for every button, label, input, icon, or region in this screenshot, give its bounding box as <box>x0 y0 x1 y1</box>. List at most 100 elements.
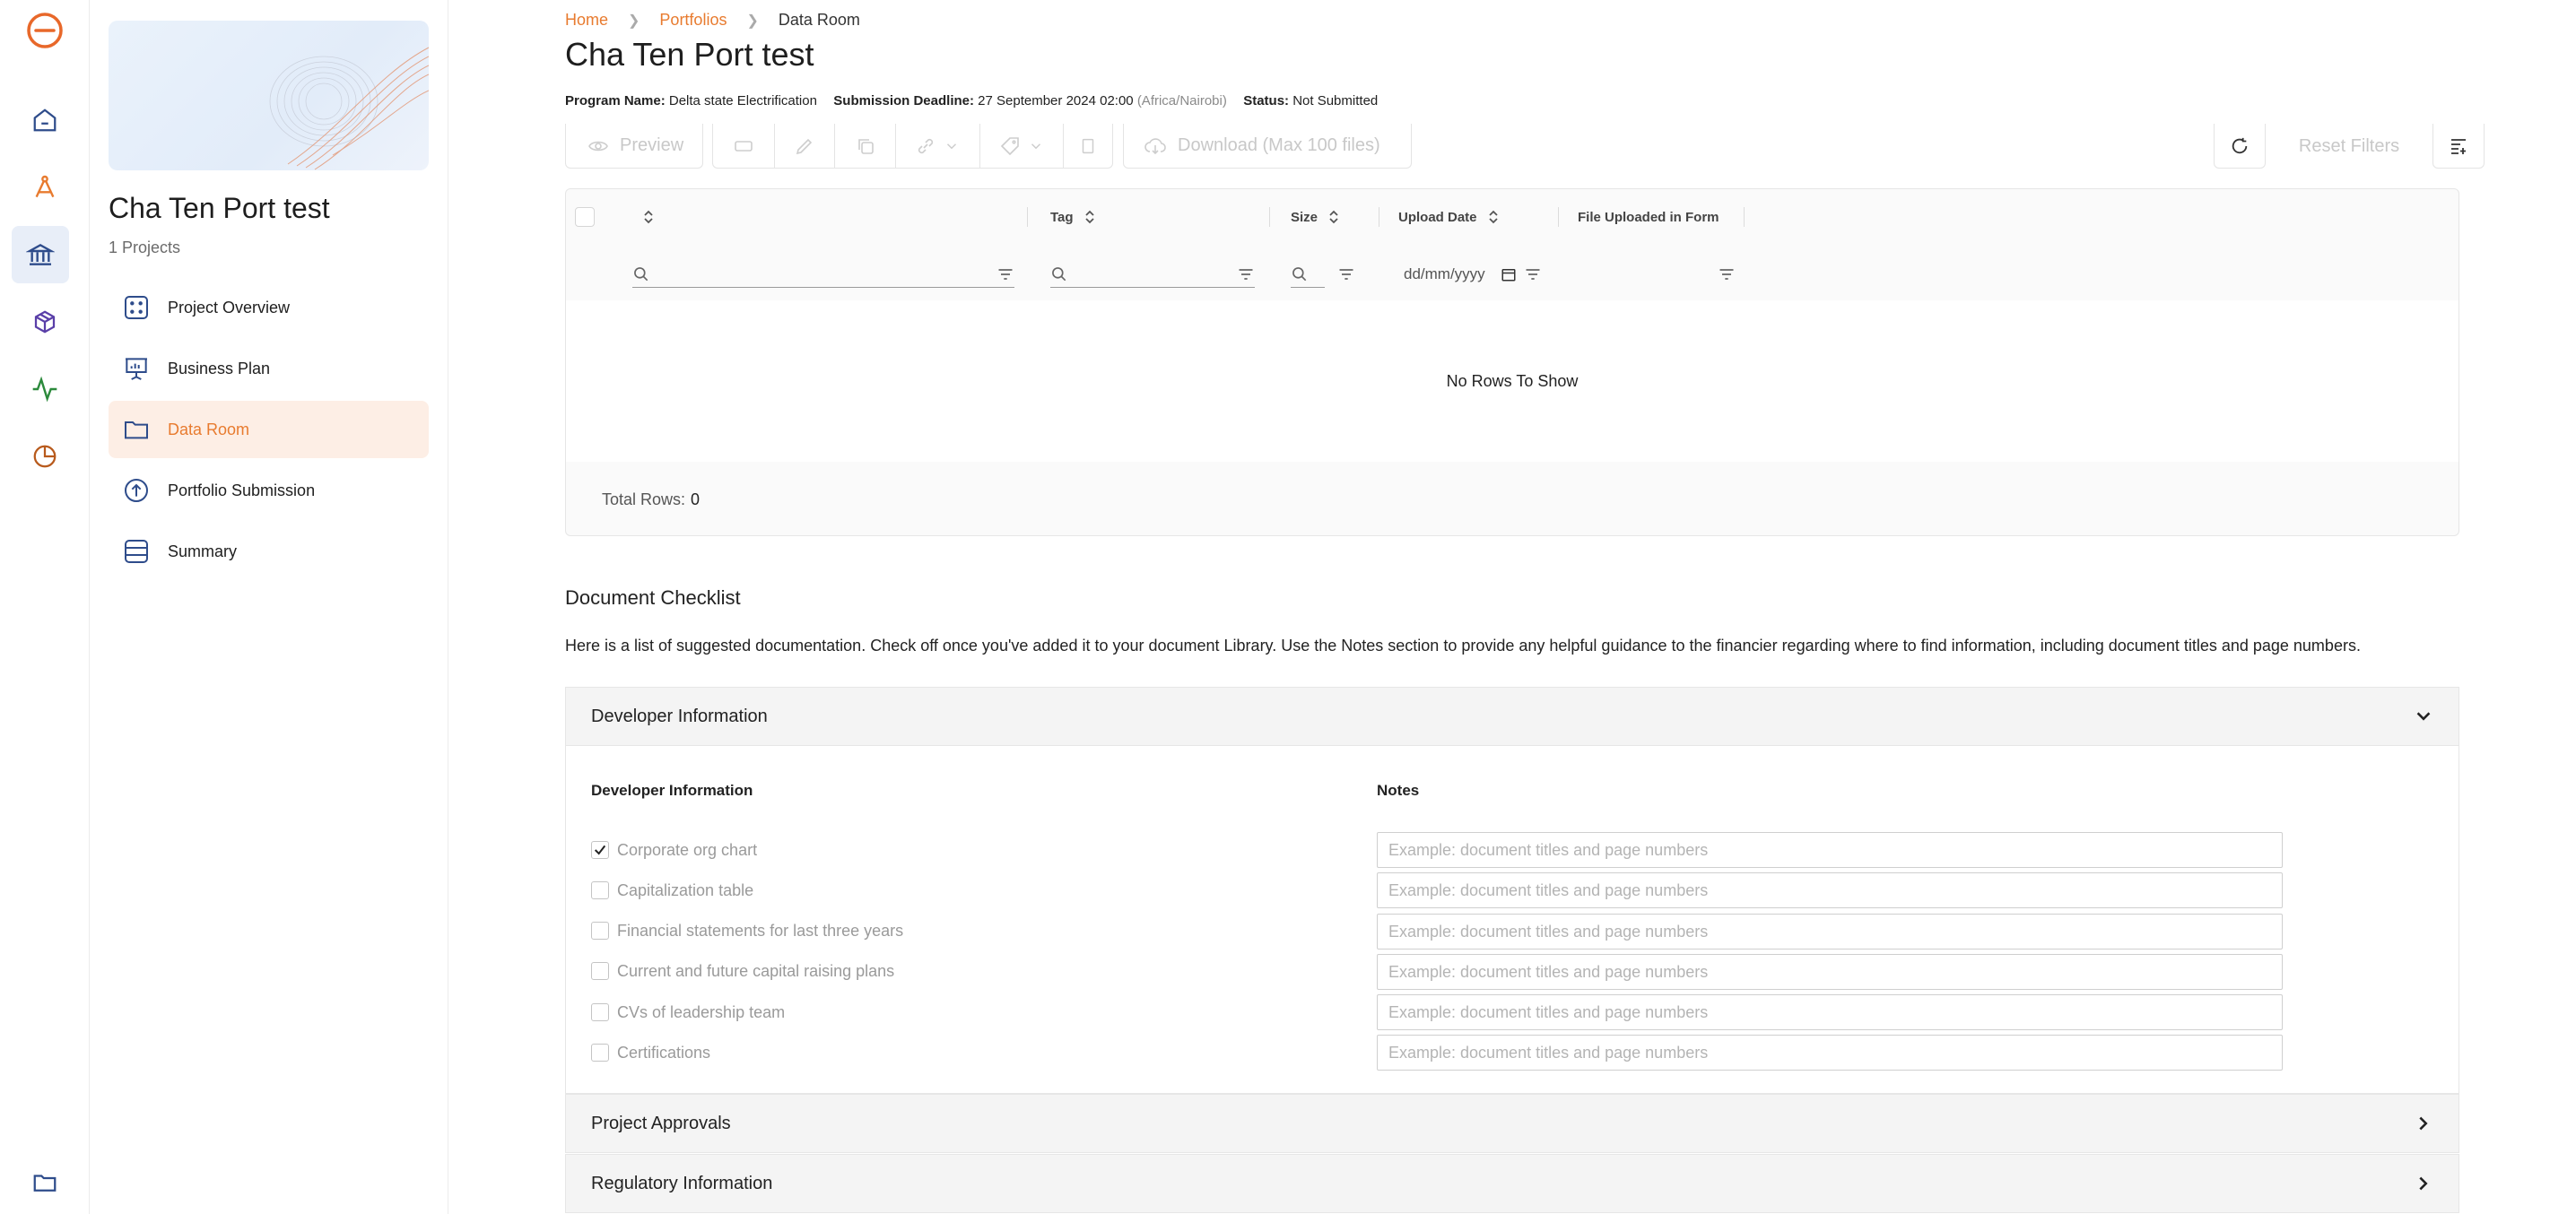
sidebar-item-portfolio-submission[interactable]: Portfolio Submission <box>109 462 429 519</box>
notes-input[interactable] <box>1377 914 2283 950</box>
name-filter-input[interactable] <box>632 261 1014 288</box>
download-button[interactable]: Download (Max 100 files) <box>1123 124 1412 169</box>
checkbox-checked[interactable] <box>591 841 609 859</box>
sidebar-item-label: Data Room <box>168 420 250 438</box>
sidebar-item-label: Project Overview <box>168 298 291 317</box>
copy-button[interactable] <box>834 124 895 168</box>
sort-icon <box>1084 210 1094 224</box>
checklist-item[interactable]: Financial statements for last three year… <box>591 920 903 941</box>
logo-icon[interactable] <box>23 9 66 52</box>
column-settings-button[interactable] <box>2432 124 2485 169</box>
upload-circle-icon <box>121 475 152 506</box>
sort-icon <box>1329 210 1338 224</box>
notes-input[interactable] <box>1377 954 2283 990</box>
checkbox[interactable] <box>591 962 609 980</box>
file-uploaded-filter-menu[interactable] <box>1718 261 1739 288</box>
tag-dropdown-button[interactable] <box>979 124 1064 168</box>
filter-icon[interactable] <box>996 265 1014 283</box>
accordion-title: Regulatory Information <box>591 1173 773 1193</box>
upload-date-column-header[interactable]: Upload Date <box>1398 189 1501 245</box>
pie-chart-icon[interactable] <box>23 435 66 478</box>
delete-button[interactable] <box>1063 124 1112 168</box>
accordion-title: Developer Information <box>591 706 768 726</box>
sidebar-item-business-plan[interactable]: Business Plan <box>109 340 429 397</box>
select-all-checkbox[interactable] <box>575 189 595 245</box>
accordion-title: Project Approvals <box>591 1113 731 1133</box>
checklist-item-label: Corporate org chart <box>617 840 758 859</box>
sort-icon <box>1488 210 1498 224</box>
breadcrumb-portfolios[interactable]: Portfolios <box>659 11 727 30</box>
project-title: Cha Ten Port test <box>109 192 330 224</box>
accordion-regulatory-information[interactable]: Regulatory Information <box>565 1154 2459 1213</box>
tag-filter-input[interactable] <box>1050 261 1255 288</box>
home-icon[interactable] <box>23 99 66 142</box>
page-title: Cha Ten Port test <box>565 36 814 73</box>
checklist-item-label: Financial statements for last three year… <box>617 921 904 940</box>
chevron-down-icon <box>2416 712 2431 721</box>
notes-input[interactable] <box>1377 1035 2283 1071</box>
pencil-icon <box>796 138 813 154</box>
checklist-item[interactable]: Capitalization table <box>591 880 753 901</box>
refresh-button[interactable] <box>2214 124 2266 169</box>
size-filter-menu[interactable] <box>1337 261 1359 288</box>
accordion-developer-information[interactable]: Developer Information <box>565 687 2459 746</box>
size-filter-input[interactable] <box>1291 261 1325 288</box>
project-sidebar: Cha Ten Port test 1 Projects Project Ove… <box>90 0 448 1214</box>
compass-icon[interactable] <box>23 166 66 209</box>
sort-icon <box>644 210 653 224</box>
grid-filter-row: dd/mm/yyyy <box>566 245 2459 300</box>
file-actions-group <box>712 124 1113 169</box>
sidebar-item-data-room[interactable]: Data Room <box>109 401 429 458</box>
checkbox[interactable] <box>591 1044 609 1062</box>
rename-button[interactable] <box>713 124 774 168</box>
size-column-header[interactable]: Size <box>1291 189 1341 245</box>
link-dropdown-button[interactable] <box>895 124 979 168</box>
edit-button[interactable] <box>773 124 835 168</box>
developer-information-panel: Developer Information Notes Corporate or… <box>565 746 2459 1094</box>
reset-filters-button[interactable]: Reset Filters <box>2275 124 2424 169</box>
cloud-download-icon <box>1144 137 1166 154</box>
trash-icon <box>1082 138 1094 153</box>
name-column-header[interactable] <box>641 189 656 245</box>
preview-label: Preview <box>620 135 684 155</box>
checkbox[interactable] <box>591 881 609 899</box>
preview-button[interactable]: Preview <box>565 124 703 169</box>
breadcrumb-home[interactable]: Home <box>565 11 608 30</box>
total-rows-value: 0 <box>691 490 701 508</box>
folder-icon[interactable] <box>23 1161 66 1204</box>
download-label: Download (Max 100 files) <box>1178 135 1380 155</box>
checklist-column-header: Developer Information <box>591 782 753 799</box>
tag-column-header[interactable]: Tag <box>1050 189 1097 245</box>
bank-icon[interactable] <box>12 226 69 283</box>
grid-header: Tag Size Upload Date File Uploaded in Fo… <box>566 189 2459 245</box>
sidebar-item-summary[interactable]: Summary <box>109 523 429 580</box>
upload-date-filter-input[interactable]: dd/mm/yyyy <box>1404 261 1517 288</box>
upload-date-filter-menu[interactable] <box>1524 261 1545 288</box>
empty-message: No Rows To Show <box>1446 371 1579 390</box>
notes-input[interactable] <box>1377 994 2283 1030</box>
checkbox[interactable] <box>591 1003 609 1021</box>
files-grid: Tag Size Upload Date File Uploaded in Fo… <box>565 188 2459 536</box>
grid-empty-state: No Rows To Show <box>566 300 2459 462</box>
activity-icon[interactable] <box>23 368 66 411</box>
copy-icon <box>857 138 874 154</box>
notes-input[interactable] <box>1377 832 2283 868</box>
sidebar-item-project-overview[interactable]: Project Overview <box>109 279 429 336</box>
breadcrumb-current: Data Room <box>778 11 860 29</box>
checkbox[interactable] <box>591 922 609 940</box>
program-name-label: Program Name: <box>565 93 666 108</box>
chevron-right-icon: ❯ <box>746 13 759 29</box>
checklist-item[interactable]: Certifications <box>591 1042 710 1063</box>
checklist-title: Document Checklist <box>565 586 741 609</box>
search-icon <box>634 266 648 281</box>
accordion-project-approvals[interactable]: Project Approvals <box>565 1094 2459 1153</box>
checklist-item-label: Current and future capital raising plans <box>617 961 895 980</box>
package-icon[interactable] <box>23 300 66 343</box>
checklist-item[interactable]: Corporate org chart <box>591 839 757 861</box>
checklist-item[interactable]: CVs of leadership team <box>591 1002 785 1023</box>
checklist-item[interactable]: Current and future capital raising plans <box>591 960 894 982</box>
notes-input[interactable] <box>1377 872 2283 908</box>
chevron-right-icon: ❯ <box>628 13 640 29</box>
file-uploaded-column-header[interactable]: File Uploaded in Form <box>1578 189 1719 245</box>
filter-icon[interactable] <box>1237 265 1255 283</box>
